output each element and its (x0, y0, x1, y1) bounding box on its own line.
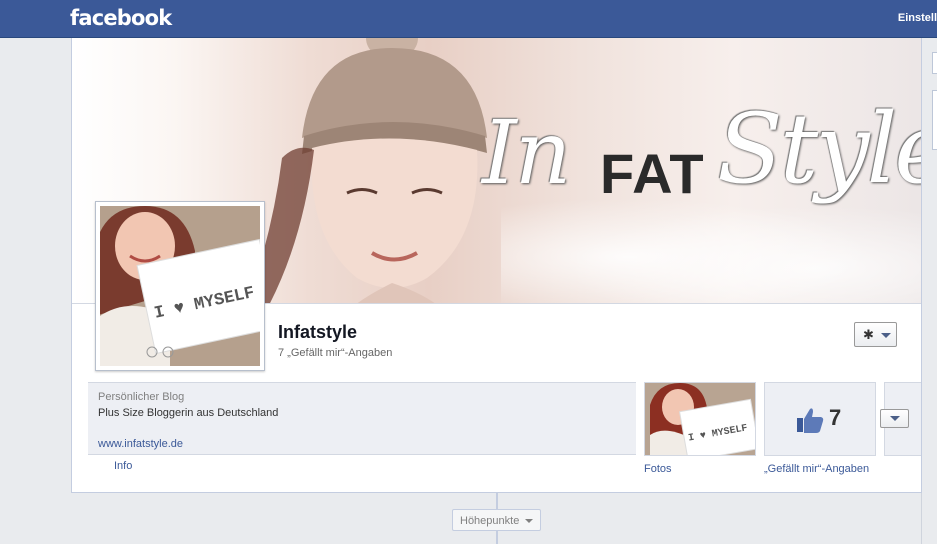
page-description: Plus Size Bloggerin aus Deutschland (98, 407, 279, 419)
sidebar-widget[interactable] (932, 52, 937, 74)
top-navigation-bar: facebook Einstell (0, 0, 937, 38)
cover-title-fat: FAT (600, 142, 705, 205)
photos-app-tile[interactable]: I ♥ MYSELF (644, 382, 756, 456)
cover-title-style: Style (717, 93, 921, 205)
likes-app-tile[interactable]: 7 (764, 382, 876, 456)
profile-picture-illustration: I ♥ MYSELF (100, 206, 260, 366)
photos-tab-label[interactable]: Fotos (644, 463, 672, 475)
page-likes-summary[interactable]: 7 „Gefällt mir“-Angaben (278, 347, 392, 359)
right-sidebar-edge (921, 38, 937, 544)
page-category: Persönlicher Blog (98, 391, 185, 403)
chevron-down-icon (890, 416, 900, 421)
settings-link[interactable]: Einstell (898, 12, 937, 24)
cover-title-in: In (482, 101, 571, 204)
chevron-down-icon (881, 333, 891, 338)
thumbs-up-icon (797, 408, 824, 433)
profile-picture-image: I ♥ MYSELF (100, 206, 260, 366)
sidebar-widget[interactable] (932, 90, 937, 150)
photos-thumbnail: I ♥ MYSELF (645, 383, 755, 455)
gear-icon: ✱ (863, 327, 874, 342)
page-info-box[interactable]: Persönlicher Blog Plus Size Bloggerin au… (88, 382, 636, 455)
likes-tab-label[interactable]: „Gefällt mir“-Angaben (764, 463, 869, 475)
highlights-label: Höhepunkte (460, 515, 520, 527)
cover-title-artwork: In FAT Style (482, 83, 921, 213)
timeline-header-card: In FAT Style I ♥ MYSELF Infatstyle 7 „ (71, 38, 922, 493)
page-settings-button[interactable]: ✱ (854, 322, 897, 347)
likes-count: 7 (829, 405, 842, 430)
highlights-dropdown[interactable]: Höhepunkte (452, 509, 541, 531)
info-tab-link[interactable]: Info (114, 460, 132, 472)
facebook-logo[interactable]: facebook (70, 6, 172, 30)
more-apps-button[interactable] (880, 409, 909, 428)
page-title[interactable]: Infatstyle (278, 322, 357, 343)
chevron-down-icon (525, 519, 533, 523)
page-website-link[interactable]: www.infatstyle.de (98, 438, 183, 450)
profile-picture[interactable]: I ♥ MYSELF (95, 201, 265, 371)
